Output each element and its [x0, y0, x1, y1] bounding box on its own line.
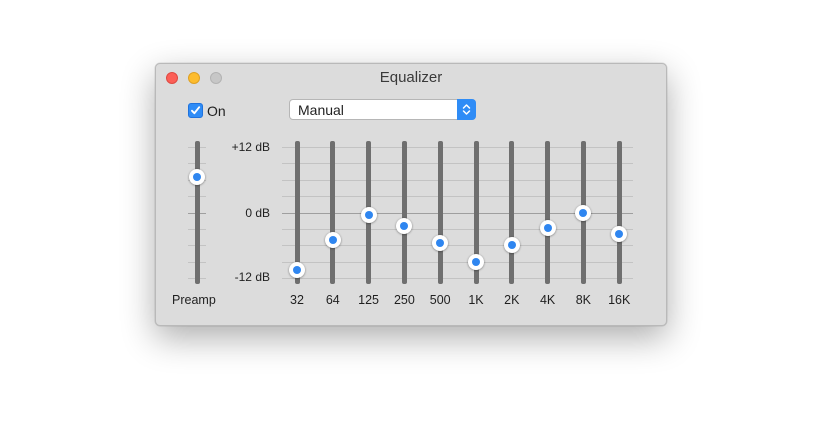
band-500-track[interactable] [437, 141, 443, 284]
band-label: 16K [608, 293, 631, 307]
band-250-track[interactable] [401, 141, 407, 284]
checkmark-icon [191, 106, 201, 115]
band-500-knob[interactable] [432, 234, 449, 251]
preamp-knob[interactable] [189, 169, 205, 186]
band-label: 64 [325, 293, 340, 307]
preset-select[interactable]: Manual [289, 99, 476, 120]
band-64-knob[interactable] [324, 231, 341, 248]
band-8k-knob[interactable] [575, 204, 592, 221]
band-16k-knob[interactable] [611, 226, 628, 243]
band-label: 125 [358, 293, 380, 307]
preamp-label: Preamp [172, 293, 216, 307]
band-label: 8K [575, 293, 592, 307]
band-2k-knob[interactable] [503, 237, 520, 254]
band-250-knob[interactable] [396, 218, 413, 235]
band-label: 4K [539, 293, 556, 307]
band-label: 1K [468, 293, 484, 307]
band-1k-knob[interactable] [468, 253, 484, 270]
window-title: Equalizer [379, 69, 443, 86]
band-2k-track[interactable] [509, 141, 515, 284]
band-64-track[interactable] [330, 141, 336, 284]
title-bar[interactable]: Equalizer [156, 64, 666, 90]
max-db-label: +12 dB [231, 140, 270, 154]
min-db-label: -12 dB [234, 270, 270, 284]
preamp-track[interactable] [194, 141, 200, 284]
on-checkbox[interactable] [188, 103, 203, 118]
on-label: On [207, 103, 226, 119]
band-label: 500 [429, 293, 451, 307]
band-125-knob[interactable] [360, 207, 377, 224]
band-32-knob[interactable] [289, 261, 305, 278]
band-16k-track[interactable] [616, 141, 622, 284]
band-4k-knob[interactable] [539, 219, 556, 236]
select-arrows-icon[interactable] [457, 99, 476, 120]
equalizer-window: Equalizer On Manual +12 dB 0 dB -12 dB P… [155, 63, 667, 326]
preset-value: Manual [298, 102, 344, 118]
band-label: 250 [393, 293, 415, 307]
band-label: 32 [290, 293, 304, 307]
zero-db-label: 0 dB [245, 206, 270, 220]
band-4k-track[interactable] [545, 141, 551, 284]
band-label: 2K [504, 293, 520, 307]
